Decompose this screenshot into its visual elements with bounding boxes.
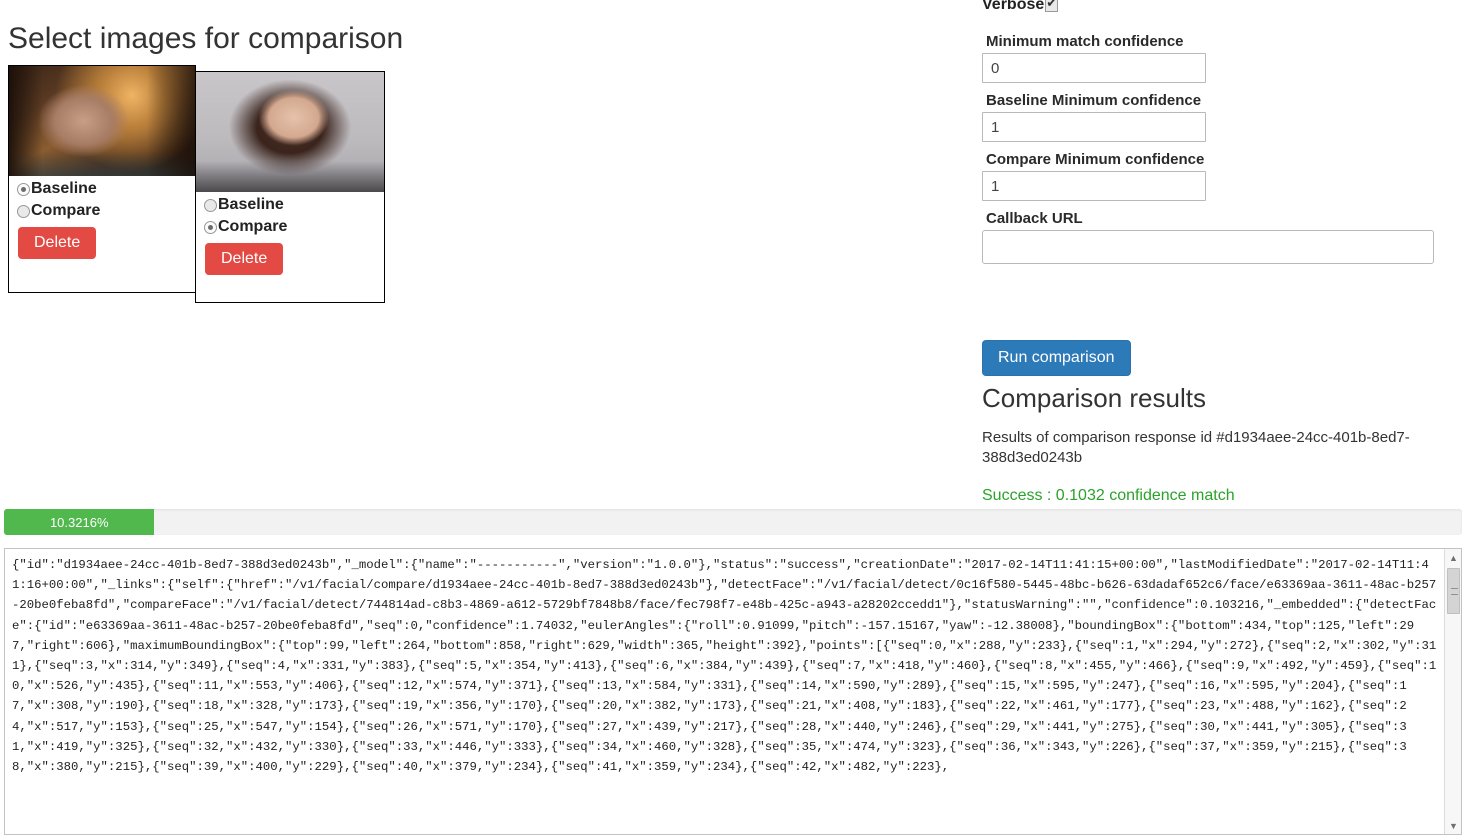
radio-compare-b[interactable]: [204, 220, 217, 234]
results-panel: Run comparison Comparison results Result…: [982, 340, 1452, 505]
run-comparison-button[interactable]: Run comparison: [982, 340, 1131, 376]
page-root: Select images for comparison Baseline Co…: [0, 0, 1466, 839]
confidence-progress-fill: 10.3216%: [4, 509, 155, 535]
results-subtitle: Results of comparison response id #d1934…: [982, 429, 1410, 467]
radio-row-compare-b[interactable]: Compare: [196, 214, 384, 236]
photo-brunette-studio: [196, 72, 384, 192]
json-response-content[interactable]: {"id":"d1934aee-24cc-401b-8ed7-388d3ed02…: [5, 549, 1444, 834]
scroll-down-arrow-icon[interactable]: ▼: [1445, 817, 1461, 834]
radio-label-compare-b: Compare: [218, 218, 288, 235]
image-card-compare[interactable]: Baseline Compare Delete: [195, 71, 385, 303]
image-selection-panel: Select images for comparison Baseline Co…: [0, 0, 950, 500]
confidence-progress-bar: 10.3216%: [4, 509, 1462, 535]
image-card-baseline[interactable]: Baseline Compare Delete: [8, 65, 196, 293]
compare-min-confidence-input[interactable]: [982, 171, 1206, 201]
json-scrollbar[interactable]: ▲ ▼: [1444, 549, 1461, 834]
min-match-confidence-label: Minimum match confidence: [986, 33, 1184, 50]
radio-row-compare-a[interactable]: Compare: [9, 198, 195, 220]
radio-baseline-a[interactable]: [17, 182, 30, 196]
delete-button-a[interactable]: Delete: [18, 227, 97, 259]
photo-blonde-forest: [9, 66, 195, 176]
baseline-min-confidence-label: Baseline Minimum confidence: [986, 92, 1202, 109]
radio-label-compare-a: Compare: [31, 202, 101, 219]
min-match-confidence-input[interactable]: [982, 53, 1206, 83]
image-thumbnail-baseline[interactable]: [9, 66, 195, 176]
results-heading: Comparison results: [982, 383, 1206, 413]
scrollbar-thumb[interactable]: [1447, 568, 1460, 614]
image-thumbnail-compare[interactable]: [196, 72, 384, 192]
callback-url-input[interactable]: [982, 230, 1434, 264]
json-response-textarea[interactable]: {"id":"d1934aee-24cc-401b-8ed7-388d3ed02…: [4, 548, 1462, 835]
verbose-label: Verbose: [982, 0, 1045, 13]
verbose-row[interactable]: Verbose: [982, 0, 1059, 14]
options-form: Minimum match confidence Baseline Minimu…: [982, 33, 1434, 264]
delete-button-b[interactable]: Delete: [205, 243, 284, 275]
page-title: Select images for comparison: [8, 22, 404, 55]
results-status-text: Success : 0.1032 confidence match: [982, 486, 1235, 504]
json-response-text: {"id":"d1934aee-24cc-401b-8ed7-388d3ed02…: [12, 558, 1437, 775]
radio-compare-a[interactable]: [17, 204, 30, 218]
verbose-checkbox[interactable]: [1045, 0, 1059, 12]
radio-row-baseline-a[interactable]: Baseline: [9, 176, 195, 198]
radio-label-baseline-a: Baseline: [31, 180, 97, 197]
baseline-min-confidence-input[interactable]: [982, 112, 1206, 142]
scroll-up-arrow-icon[interactable]: ▲: [1445, 549, 1461, 566]
radio-baseline-b[interactable]: [204, 198, 217, 212]
radio-label-baseline-b: Baseline: [218, 196, 284, 213]
compare-min-confidence-label: Compare Minimum confidence: [986, 151, 1205, 168]
radio-row-baseline-b[interactable]: Baseline: [196, 192, 384, 214]
callback-url-label: Callback URL: [986, 210, 1083, 227]
